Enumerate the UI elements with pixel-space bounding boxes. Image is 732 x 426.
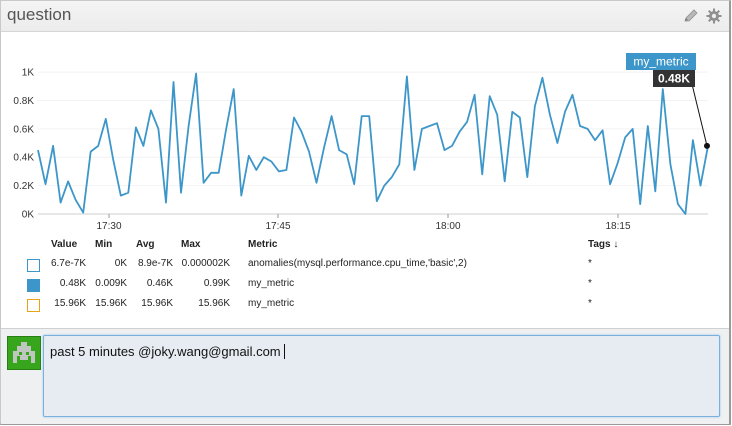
y-tick-label: 0.4K	[13, 153, 34, 164]
chart-svg[interactable]: 1K 0.8K 0.6K 0.4K 0.2K 0K 17:30 17:45 18:00 18:1…	[1, 32, 729, 242]
legend-tags: *	[588, 278, 592, 289]
legend-header-value: Value	[51, 239, 78, 250]
tooltip-series-name: my_metric	[633, 55, 688, 69]
legend-swatch[interactable]	[27, 299, 40, 312]
text-caret	[283, 344, 285, 359]
comment-area: past 5 minutes @joky.wang@gmail.com	[1, 328, 729, 424]
legend-min: 0K	[114, 258, 127, 269]
legend-min: 0.009K	[95, 278, 127, 289]
graph-widget: question 1K 0.8K 0.6K 0.4K 0.2K 0K 17:30…	[0, 0, 731, 425]
legend-avg: 0.46K	[146, 278, 173, 289]
legend-avg: 8.9e-7K	[137, 258, 173, 269]
legend-max: 15.96K	[198, 298, 230, 309]
pencil-icon[interactable]	[683, 8, 699, 24]
legend-header-avg: Avg	[136, 239, 155, 250]
legend-header-metric: Metric	[248, 239, 278, 250]
comment-input[interactable]: past 5 minutes @joky.wang@gmail.com	[43, 335, 720, 417]
x-tick-label: 18:00	[435, 221, 460, 232]
legend-metric: my_metric	[248, 298, 295, 309]
legend-value: 0.48K	[59, 278, 86, 289]
x-tick-label: 18:15	[605, 221, 630, 232]
legend-tags: *	[588, 258, 592, 269]
x-axis: 17:30 17:45 18:00 18:15	[96, 214, 631, 232]
y-axis: 1K 0.8K 0.6K 0.4K 0.2K 0K	[13, 68, 34, 221]
x-tick-label: 17:30	[96, 221, 121, 232]
legend-avg: 15.96K	[141, 298, 173, 309]
legend-value: 15.96K	[54, 298, 86, 309]
legend-tags: *	[588, 298, 592, 309]
y-tick-label: 0K	[22, 210, 35, 221]
avatar	[7, 336, 41, 370]
legend-swatch[interactable]	[27, 279, 40, 292]
comment-text[interactable]: past 5 minutes @joky.wang@gmail.com	[50, 344, 285, 359]
legend-header-min: Min	[95, 239, 113, 250]
legend-min: 15.96K	[95, 298, 127, 309]
tooltip-value: 0.48K	[658, 72, 690, 86]
legend-metric: my_metric	[248, 278, 295, 289]
widget-header: question	[1, 1, 729, 32]
y-tick-label: 0.6K	[13, 124, 34, 135]
x-tick-label: 17:45	[265, 221, 290, 232]
widget-title: question	[7, 5, 72, 24]
space-invader-icon	[13, 342, 35, 363]
chart-grid	[38, 71, 708, 215]
legend-swatch[interactable]	[27, 259, 40, 272]
tooltip-leader	[690, 79, 708, 147]
legend-header-tags[interactable]: Tags ↓	[588, 239, 618, 250]
y-tick-label: 0.2K	[13, 181, 34, 192]
legend-metric: anomalies(mysql.performance.cpu_time,'ba…	[248, 258, 467, 269]
y-tick-label: 0.8K	[13, 96, 34, 107]
legend-header-max: Max	[181, 239, 201, 250]
gear-icon[interactable]	[706, 8, 722, 24]
series-group	[37, 72, 709, 215]
legend-max: 0.99K	[203, 278, 230, 289]
y-tick-label: 1K	[22, 68, 35, 79]
legend-max: 0.000002K	[181, 258, 230, 269]
legend-value: 6.7e-7K	[50, 258, 86, 269]
series-line-my-metric	[37, 72, 709, 215]
